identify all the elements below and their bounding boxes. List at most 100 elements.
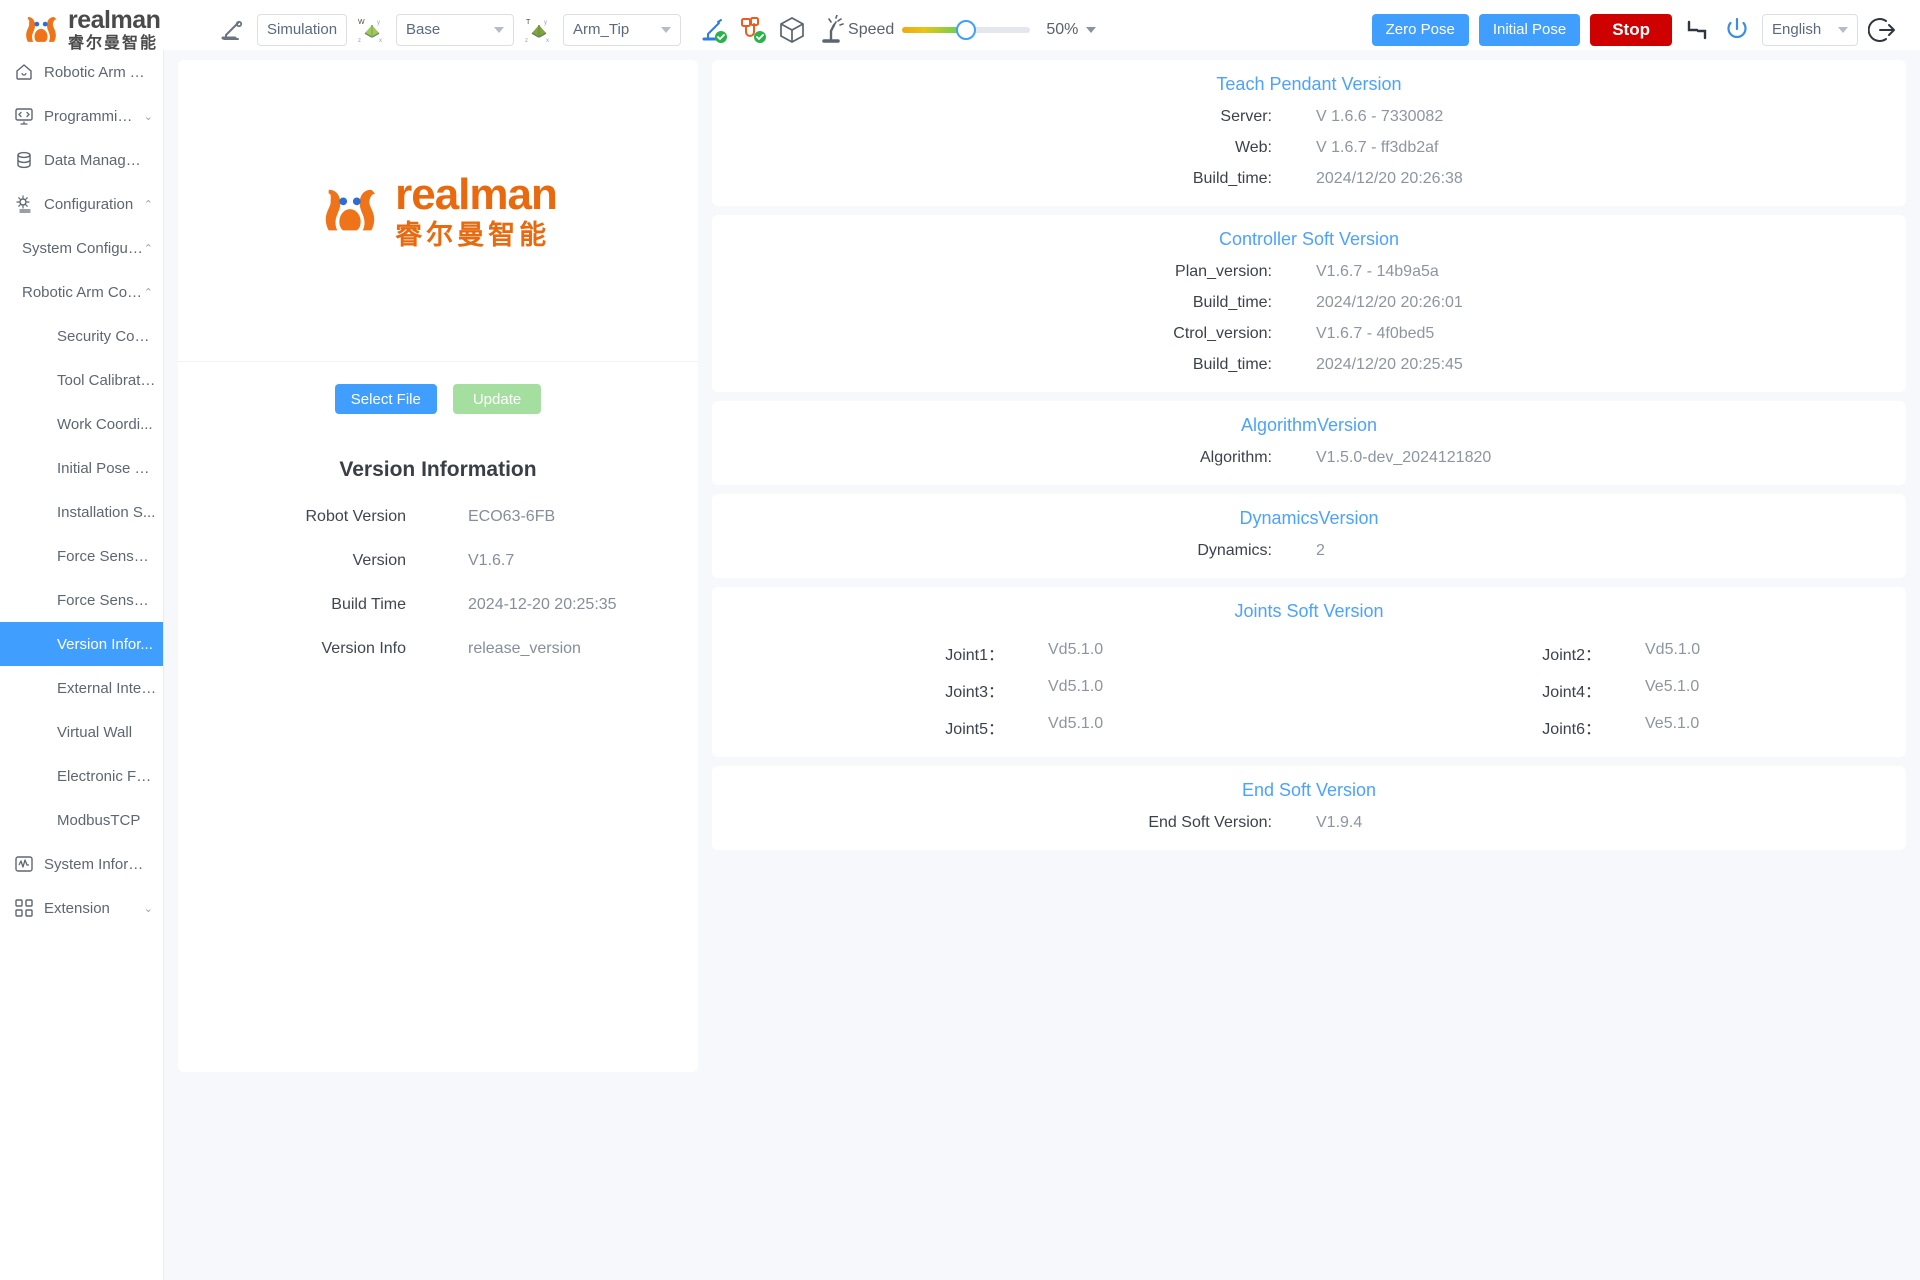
row-value: release_version [468,640,581,657]
row-key: Server: [1220,108,1272,125]
brand-logo-area: realman 睿尔曼智能 [0,7,200,52]
row-value: 2024/12/20 20:25:45 [1316,356,1463,373]
sidebar-label: Electronic Fe... [57,767,157,785]
drag-teach-icon[interactable] [1682,15,1712,45]
world-coordinate-icon: Wy z x [357,15,387,45]
sidebar-item-security-config[interactable]: Security Conf... [0,314,163,358]
sidebar-item-system-information[interactable]: System Informat... [0,842,163,886]
section-row: Build_time: 2024/12/20 20:26:38 [712,170,1906,188]
sidebar-label: Tool Calibration [57,371,157,389]
realman-big-logo: realman 睿尔曼智能 [319,172,558,249]
update-button[interactable]: Update [452,384,542,414]
sidebar-item-force-sensor-2[interactable]: Force Sensor... [0,578,163,622]
row-value: 2 [1316,542,1325,559]
joint-row: Joint1： Vd5.1.0 [712,641,1309,665]
tool-coordinate-icon: Ty z x [524,15,554,45]
chevron-up-icon: ⌃ [143,198,153,211]
mode-input[interactable]: Simulation [257,13,348,46]
sidebar-label: Programming [44,107,134,125]
sidebar-item-version-information[interactable]: Version Infor... [0,622,163,666]
sidebar-label: Security Conf... [57,327,157,345]
joints-grid: Joint1： Vd5.1.0 Joint2： Vd5.1.0 Joint3： … [712,628,1906,739]
section-row: Build_time: 2024/12/20 20:26:01 [712,294,1906,312]
sidebar-label: Robotic Arm Config. [22,283,144,301]
sidebar-label: Extension [44,899,110,917]
row-value: 2024/12/20 20:26:01 [1316,294,1463,311]
teach-pendant-version-card: Teach Pendant Version Server: V 1.6.6 - … [712,60,1906,206]
collision-icon[interactable] [816,14,846,45]
base-frame-select[interactable]: Base [396,13,515,46]
row-key: Joint4： [1542,684,1601,701]
realman-logo-icon [325,189,376,230]
row-value: Vd5.1.0 [1645,641,1701,658]
sidebar-item-tool-calibration[interactable]: Tool Calibration [0,358,163,402]
sidebar-item-external-interface[interactable]: External Inter... [0,666,163,710]
row-value: Ve5.1.0 [1645,678,1700,695]
section-row: Dynamics: 2 [712,542,1906,560]
row-value: V1.6.7 - 4f0bed5 [1316,325,1435,342]
section-row: Ctrol_version: V1.6.7 - 4f0bed5 [712,325,1906,343]
sidebar-item-system-configuration[interactable]: System Configuration ⌃ [0,226,163,270]
dynamics-version-card: DynamicsVersion Dynamics: 2 [712,494,1906,578]
sidebar-item-electronic-fence[interactable]: Electronic Fe... [0,754,163,798]
language-value: English [1772,21,1822,38]
cube-icon[interactable] [777,15,807,45]
speed-slider[interactable] [902,19,1031,40]
speed-percent: 50% [1046,20,1079,38]
sidebar-item-force-sensor-1[interactable]: Force Sensor... [0,534,163,578]
cable-connected-icon[interactable] [738,15,768,45]
sidebar-item-programming[interactable]: Programming ⌄ [0,94,163,138]
row-key: Algorithm: [1199,449,1272,466]
sidebar-item-robotic-arm-config[interactable]: Robotic Arm Config. ⌃ [0,270,163,314]
version-row: Build Time 2024-12-20 20:25:35 [178,596,698,614]
row-key: Joint2： [1542,647,1601,664]
sidebar-item-work-coordinate[interactable]: Work Coordi... [0,402,163,446]
row-value: V1.6.7 - 14b9a5a [1316,263,1439,280]
stop-button[interactable]: Stop [1590,13,1672,46]
joint-row: Joint3： Vd5.1.0 [712,678,1309,702]
database-icon [14,150,34,170]
section-title: Joints Soft Version [1234,601,1384,621]
sidebar-label: Configuration [44,195,134,213]
sidebar-item-virtual-wall[interactable]: Virtual Wall [0,710,163,754]
logout-icon[interactable] [1868,15,1898,45]
row-key: Joint6： [1542,721,1601,738]
svg-text:x: x [379,38,382,44]
sidebar-item-initial-pose-setting[interactable]: Initial Pose S... [0,446,163,490]
robot-connected-icon[interactable] [699,15,729,45]
row-value: V 1.6.6 - 7330082 [1316,108,1444,125]
initial-pose-button[interactable]: Initial Pose [1478,13,1581,46]
sidebar-item-modbustcp[interactable]: ModbusTCP [0,798,163,842]
sidebar-label: Installation S... [57,503,156,521]
pulse-icon [14,854,34,874]
select-file-button[interactable]: Select File [334,384,437,414]
row-value: Vd5.1.0 [1048,641,1104,658]
sidebar-item-configuration[interactable]: Configuration ⌃ [0,182,163,226]
firmware-update-controls: Select File Update [178,384,698,414]
speed-slider-knob[interactable] [956,19,977,40]
chevron-down-icon: ⌄ [143,110,153,123]
sidebar-label: Robotic Arm Tea... [44,63,148,81]
chevron-up-icon: ⌃ [143,286,153,299]
row-key: Joint5： [945,721,1004,738]
sidebar-label: External Inter... [57,679,157,697]
sidebar-label: System Configuration [22,239,144,257]
tool-frame-select[interactable]: Arm_Tip [563,13,682,46]
sidebar-label: System Informat... [44,855,148,873]
tool-frame-value: Arm_Tip [573,21,630,38]
sidebar-item-extension[interactable]: Extension ⌄ [0,886,163,930]
zero-pose-button[interactable]: Zero Pose [1371,13,1469,46]
sidebar-label: ModbusTCP [57,811,141,829]
row-key: Build_time: [1192,356,1272,373]
joint-row: Joint2： Vd5.1.0 [1309,641,1906,665]
row-key: Robot Version [305,508,406,525]
speed-chevron-down-icon[interactable] [1086,26,1097,33]
power-icon[interactable] [1722,15,1752,45]
svg-text:z: z [358,38,361,44]
sidebar-item-robotic-arm-teaching[interactable]: Robotic Arm Tea... [0,50,163,94]
sidebar-item-data-management[interactable]: Data Management [0,138,163,182]
sidebar-item-installation-setting[interactable]: Installation S... [0,490,163,534]
svg-text:T: T [526,19,531,26]
section-row: Plan_version: V1.6.7 - 14b9a5a [712,263,1906,281]
language-select[interactable]: English [1762,13,1858,46]
